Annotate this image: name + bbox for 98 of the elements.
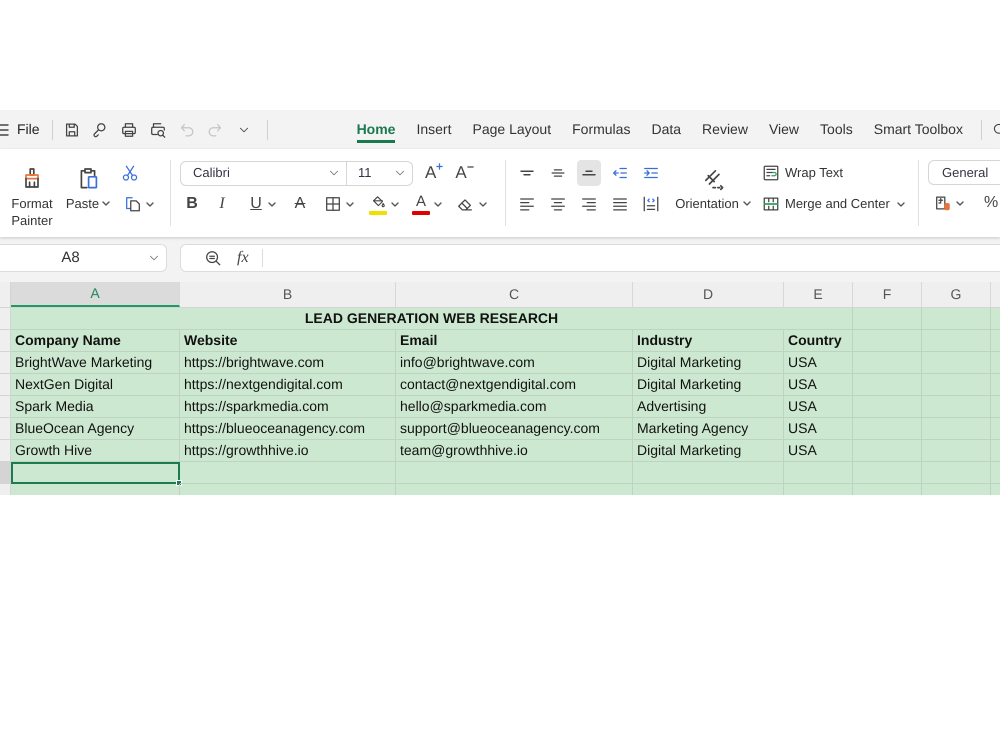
table-cell: Marketing Agency xyxy=(633,418,784,440)
paste-button[interactable]: Paste xyxy=(64,149,112,212)
copy-button[interactable] xyxy=(124,195,154,213)
document-icon xyxy=(934,194,952,212)
paint-bucket-icon xyxy=(370,194,386,210)
table-cell: https://brightwave.com xyxy=(180,352,396,374)
caret-icon xyxy=(102,201,110,206)
distributed-align-icon[interactable] xyxy=(642,195,660,213)
merge-center-button[interactable]: Merge and Center xyxy=(762,191,905,217)
font-color-button[interactable]: A xyxy=(412,194,442,214)
table-cell: USA xyxy=(784,374,853,396)
caret-icon xyxy=(146,202,154,206)
table-cell: hello@sparkmedia.com xyxy=(396,396,633,418)
fill-color-button[interactable] xyxy=(369,194,399,214)
shrink-font-button[interactable]: A xyxy=(455,163,474,183)
active-cell[interactable] xyxy=(11,462,180,484)
name-box[interactable]: A8 xyxy=(0,244,167,272)
copy-icon xyxy=(124,195,142,213)
table-cell: BrightWave Marketing xyxy=(11,352,180,374)
align-top-icon xyxy=(520,170,534,176)
bold-button[interactable]: B xyxy=(184,194,200,214)
caret-icon xyxy=(268,202,276,206)
menu-tab[interactable]: Home xyxy=(356,116,396,143)
font-name-dropdown[interactable]: Calibri xyxy=(180,160,347,186)
column-header[interactable]: C xyxy=(396,282,633,307)
table-cell: Digital Marketing xyxy=(633,374,784,396)
table-cell: contact@nextgendigital.com xyxy=(396,374,633,396)
table-cell: USA xyxy=(784,396,853,418)
caret-icon xyxy=(479,202,487,206)
caret-icon xyxy=(956,200,964,206)
column-header[interactable]: E xyxy=(784,282,853,307)
table-cell: Spark Media xyxy=(11,396,180,418)
align-bottom-icon xyxy=(582,170,596,176)
column-header[interactable]: G xyxy=(922,282,991,307)
align-bottom-button[interactable] xyxy=(577,160,601,186)
cell-format-button[interactable] xyxy=(934,194,964,212)
table-cell: Digital Marketing xyxy=(633,352,784,374)
orientation-button[interactable]: Orientation xyxy=(670,149,756,212)
font-size-dropdown[interactable]: 11 xyxy=(347,160,413,186)
header-cell: Company Name xyxy=(11,330,180,352)
table-cell: Growth Hive xyxy=(11,440,180,462)
caret-icon xyxy=(434,202,442,206)
wrap-text-button[interactable]: Wrap Text xyxy=(762,160,905,186)
table-cell: info@brightwave.com xyxy=(396,352,633,374)
column-header[interactable]: F xyxy=(853,282,922,307)
header-cell: Industry xyxy=(633,330,784,352)
menu-tab[interactable]: Formulas xyxy=(572,116,630,143)
percent-button[interactable]: % xyxy=(984,191,998,215)
table-cell: Digital Marketing xyxy=(633,440,784,462)
caret-icon xyxy=(742,201,751,206)
menu-tab[interactable]: Insert xyxy=(416,116,452,143)
caret-icon xyxy=(896,202,905,206)
wrap-text-icon xyxy=(762,164,780,182)
title-cell: LEAD GENERATION WEB RESEARCH xyxy=(11,308,853,330)
table-cell: https://nextgendigital.com xyxy=(180,374,396,396)
header-cell: Email xyxy=(396,330,633,352)
file-menu-button[interactable]: File xyxy=(0,119,40,140)
table-cell: USA xyxy=(784,352,853,374)
table-cell: team@growthhive.io xyxy=(396,440,633,462)
underline-button[interactable]: U xyxy=(248,194,276,214)
caret-icon xyxy=(346,202,354,206)
table-cell: support@blueoceanagency.com xyxy=(396,418,633,440)
table-cell: BlueOcean Agency xyxy=(11,418,180,440)
format-painter-button[interactable]: Format Painter xyxy=(5,149,59,229)
merge-cells-icon xyxy=(762,195,780,213)
print-preview-icon[interactable] xyxy=(148,120,167,138)
table-cell: Advertising xyxy=(633,396,784,418)
magnifier-icon[interactable] xyxy=(204,249,222,267)
grid-icon xyxy=(324,195,342,213)
menu-tab[interactable]: Smart Toolbox xyxy=(874,116,963,143)
menu-tab[interactable]: Review xyxy=(702,116,748,143)
minus-icon xyxy=(466,166,474,168)
header-cell: Country xyxy=(784,330,853,352)
grow-font-button[interactable]: A xyxy=(425,163,444,183)
column-header[interactable]: B xyxy=(180,282,396,307)
header-cell: Website xyxy=(180,330,396,352)
borders-button[interactable] xyxy=(324,195,354,213)
strikethrough-button[interactable]: A xyxy=(292,194,308,214)
empty-cell xyxy=(853,308,922,330)
scissors-icon[interactable] xyxy=(121,164,139,182)
italic-button[interactable]: I xyxy=(214,194,230,214)
menu-tab[interactable]: View xyxy=(768,116,800,143)
table-cell: USA xyxy=(784,440,853,462)
menu-icon xyxy=(0,124,8,136)
table-cell: https://blueoceanagency.com xyxy=(180,418,396,440)
table-cell: NextGen Digital xyxy=(11,374,180,396)
caret-icon xyxy=(391,202,399,206)
table-cell: https://growthhive.io xyxy=(180,440,396,462)
number-format-dropdown[interactable]: General xyxy=(928,160,1000,185)
column-header[interactable]: D xyxy=(633,282,784,307)
table-cell: USA xyxy=(784,418,853,440)
table-cell: https://sparkmedia.com xyxy=(180,396,396,418)
function-button[interactable]: fx xyxy=(237,246,249,270)
printer-icon[interactable] xyxy=(120,120,138,138)
menu-tab[interactable]: Page Layout xyxy=(472,116,552,143)
menu-tab[interactable]: Tools xyxy=(820,116,853,143)
menu-tab[interactable]: Data xyxy=(651,116,682,143)
plus-icon xyxy=(436,163,444,170)
